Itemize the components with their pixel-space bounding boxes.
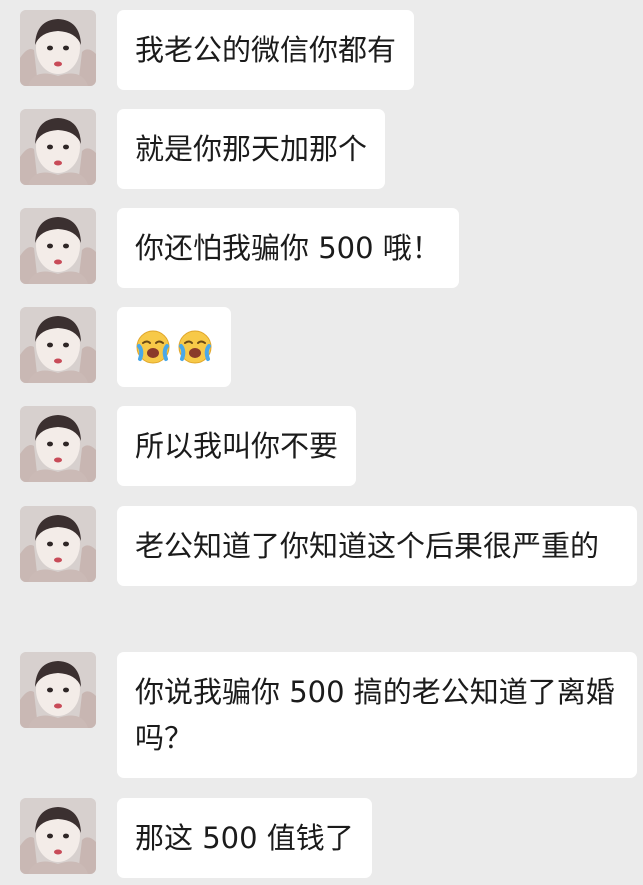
message-text: 你说我骗你 500 搞的老公知道了离婚吗？ (135, 675, 615, 755)
loudly-crying-face-icon (136, 330, 170, 364)
avatar[interactable] (20, 798, 96, 874)
avatar[interactable] (20, 406, 96, 482)
avatar[interactable] (20, 506, 96, 582)
message-text: 就是你那天加那个 (135, 132, 368, 166)
message-text: 我老公的微信你都有 (135, 33, 397, 67)
avatar[interactable] (20, 307, 96, 383)
avatar-image (20, 406, 96, 482)
avatar-image (20, 109, 96, 185)
message-bubble[interactable]: 你说我骗你 500 搞的老公知道了离婚吗？ (117, 652, 637, 778)
message-bubble[interactable] (117, 307, 231, 387)
avatar-image (20, 506, 96, 582)
loudly-crying-face-icon (178, 330, 212, 364)
avatar[interactable] (20, 652, 96, 728)
message-bubble[interactable]: 我老公的微信你都有 (117, 10, 415, 90)
emoji-row (135, 324, 213, 370)
message-bubble[interactable]: 老公知道了你知道这个后果很严重的 (117, 506, 637, 586)
chat-message-list[interactable]: 我老公的微信你都有 就是你那天加那个 你还怕我骗你 500 哦！ 所以我叫你不要… (0, 0, 643, 885)
avatar-image (20, 652, 96, 728)
avatar-image (20, 307, 96, 383)
message-text: 所以我叫你不要 (135, 429, 339, 463)
avatar[interactable] (20, 208, 96, 284)
avatar[interactable] (20, 10, 96, 86)
message-bubble[interactable]: 所以我叫你不要 (117, 406, 357, 486)
message-bubble[interactable]: 你还怕我骗你 500 哦！ (117, 208, 459, 288)
message-text: 那这 500 值钱了 (135, 821, 354, 855)
avatar-image (20, 10, 96, 86)
avatar-image (20, 798, 96, 874)
message-text: 你还怕我骗你 500 哦！ (135, 231, 441, 265)
avatar[interactable] (20, 109, 96, 185)
message-bubble[interactable]: 就是你那天加那个 (117, 109, 386, 189)
message-bubble[interactable]: 那这 500 值钱了 (117, 798, 372, 878)
message-text: 老公知道了你知道这个后果很严重的 (135, 529, 600, 563)
avatar-image (20, 208, 96, 284)
